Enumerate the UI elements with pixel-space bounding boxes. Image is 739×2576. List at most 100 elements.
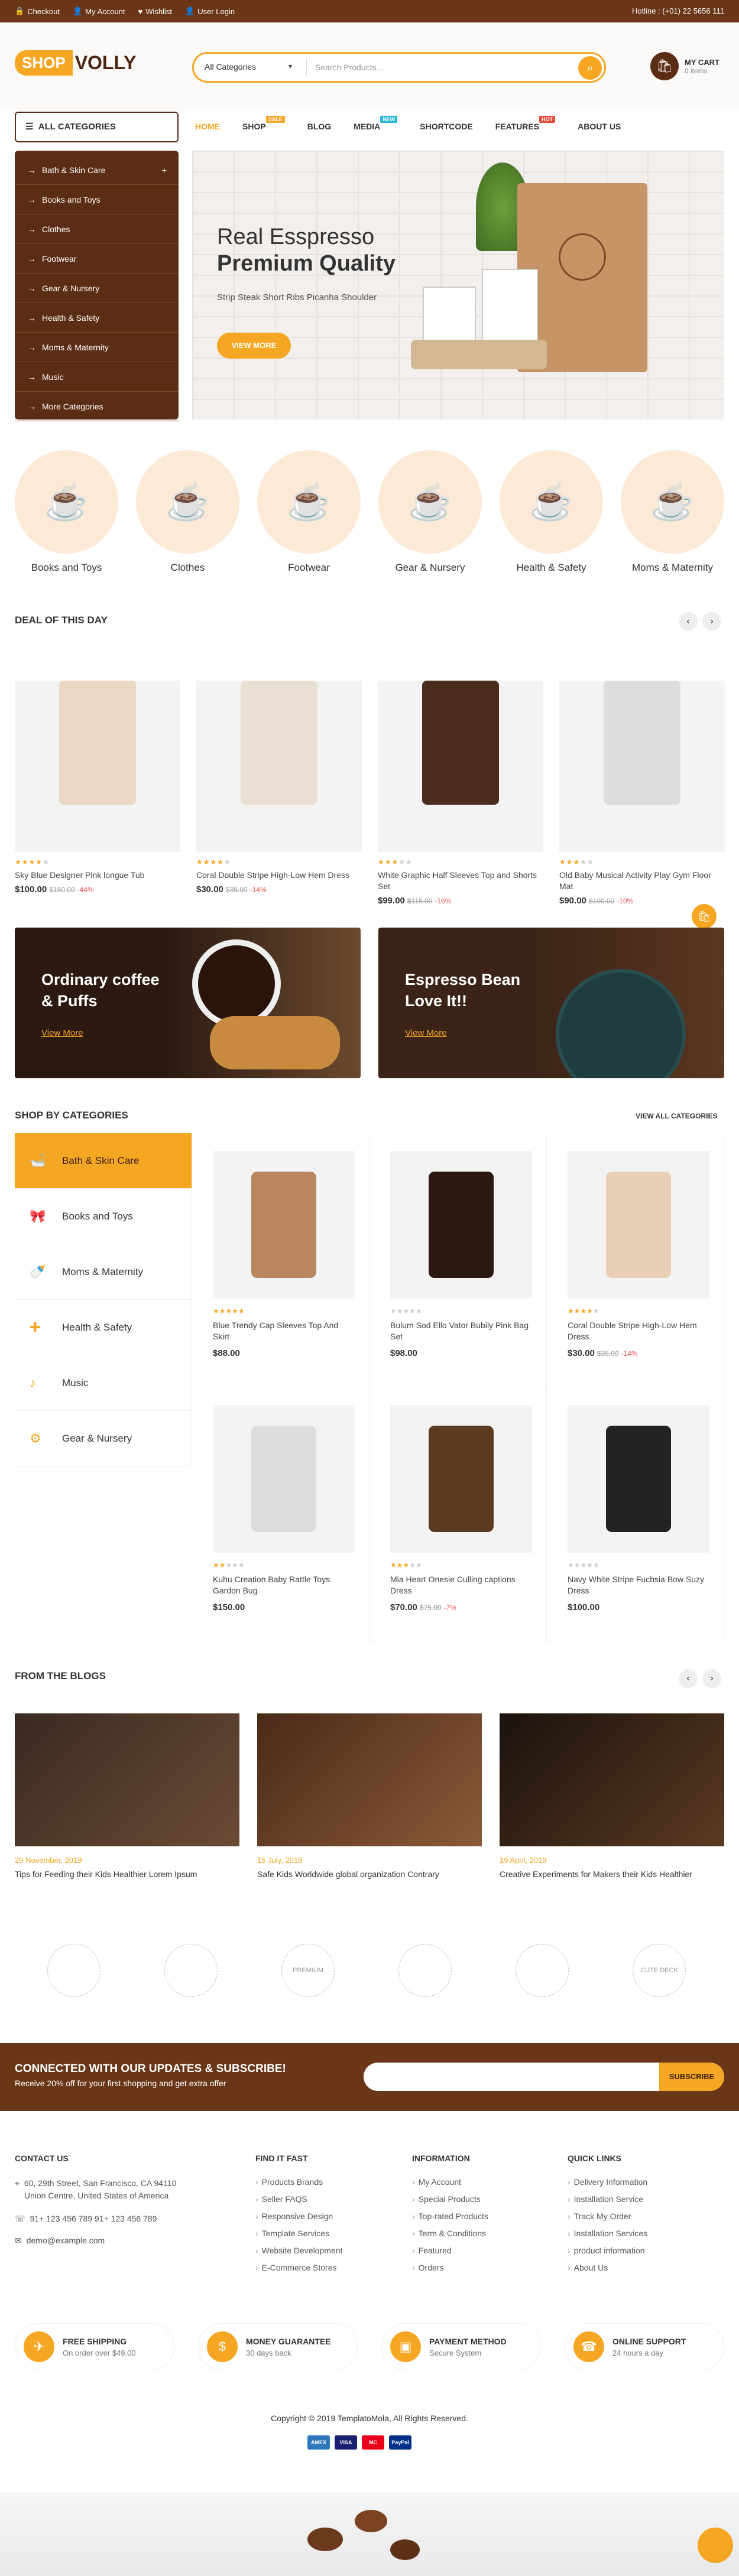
shop-category-item[interactable]: 🍼 Moms & Maternity: [15, 1244, 192, 1300]
category-item[interactable]: ☕ Gear & Nursery: [378, 450, 482, 574]
footer-link[interactable]: › My Account: [412, 2177, 488, 2187]
banner-link-2[interactable]: View More: [405, 1028, 447, 1038]
blog-card[interactable]: 29 November, 2019 Tips for Feeding their …: [15, 1713, 239, 1879]
scroll-top-button[interactable]: [698, 2528, 733, 2563]
shop-category-item[interactable]: ✚ Health & Safety: [15, 1300, 192, 1355]
footer-link[interactable]: › Installation Service: [568, 2194, 647, 2204]
menu-item-features[interactable]: FEATURESHOT: [495, 116, 556, 131]
product-card[interactable]: ★★★★★ Sky Blue Designer Pink longue Tub $1…: [15, 657, 180, 895]
subscribe-button[interactable]: SUBSCRIBE: [659, 2063, 724, 2091]
brand-logo[interactable]: CUTE DECK: [618, 1944, 701, 2015]
footer-link[interactable]: › Featured: [412, 2246, 488, 2255]
product-name[interactable]: Coral Double Stripe High-Low Hem Dress: [568, 1320, 709, 1342]
floating-cart-button[interactable]: 🛍: [692, 904, 717, 929]
product-card[interactable]: ★★★★★ Blue Trendy Cap Sleeves Top And Ski…: [192, 1133, 369, 1387]
account-link[interactable]: 👤 My Account: [73, 6, 125, 16]
blog-title[interactable]: Creative Experiments for Makers their Ki…: [500, 1869, 724, 1879]
menu-item-home[interactable]: HOME: [195, 122, 220, 131]
product-name[interactable]: Mia Heart Onesie Culling captions Dress: [390, 1574, 532, 1596]
category-item[interactable]: ☕ Clothes: [136, 450, 239, 574]
category-item[interactable]: ☕ Footwear: [257, 450, 361, 574]
product-card[interactable]: ★★★★★ Mia Heart Onesie Culling captions D…: [369, 1387, 547, 1641]
sidebar-item[interactable]: → Moms & Maternity: [15, 333, 179, 362]
checkout-link[interactable]: 🔒 Checkout: [15, 6, 60, 16]
product-name[interactable]: Kuhu Creation Baby Rattle Toys Gardon Bu…: [213, 1574, 355, 1596]
sidebar-item[interactable]: → Footwear: [15, 244, 179, 274]
search-button[interactable]: ⌕: [578, 56, 602, 80]
login-link[interactable]: 👤 User Login: [185, 6, 235, 16]
product-card[interactable]: ★★★★★ Old Baby Musical Activity Play Gym …: [559, 657, 725, 906]
category-item[interactable]: ☕ Moms & Maternity: [621, 450, 724, 574]
brand-logo[interactable]: [501, 1944, 584, 2015]
footer-link[interactable]: › Responsive Design: [255, 2211, 342, 2221]
menu-item-shop[interactable]: SHOPSALE: [242, 116, 285, 131]
footer-link[interactable]: › Template Services: [255, 2229, 342, 2238]
shop-category-item[interactable]: ♪ Music: [15, 1355, 192, 1411]
promo-banner-1[interactable]: Ordinary coffee & Puffs View More: [15, 928, 361, 1078]
category-item[interactable]: ☕ Health & Safety: [500, 450, 603, 574]
product-name[interactable]: Blue Trendy Cap Sleeves Top And Skirt: [213, 1320, 355, 1342]
brand-logo[interactable]: [150, 1944, 232, 2015]
footer-link[interactable]: › E-Commerce Stores: [255, 2263, 342, 2272]
cart[interactable]: 🛍 MY CART 0 items: [650, 52, 719, 80]
logo[interactable]: SHOP VOLLY: [15, 50, 136, 76]
product-card[interactable]: ★★★★★ Kuhu Creation Baby Rattle Toys Gard…: [192, 1387, 369, 1641]
shop-category-item[interactable]: 🛁 Bath & Skin Care: [15, 1133, 192, 1189]
sidebar-item[interactable]: → Books and Toys: [15, 185, 179, 214]
newsletter-email-input[interactable]: SUBSCRIBE: [364, 2063, 724, 2091]
sidebar-item[interactable]: → Clothes: [15, 214, 179, 244]
product-name[interactable]: Sky Blue Designer Pink longue Tub: [15, 870, 180, 881]
brand-logo[interactable]: PREMIUM: [267, 1944, 349, 2015]
sidebar-item[interactable]: → Music: [15, 362, 179, 392]
menu-item-shortcode[interactable]: SHORTCODE: [420, 122, 472, 131]
footer-link[interactable]: › Website Development: [255, 2246, 342, 2255]
next-arrow-icon[interactable]: ›: [702, 612, 721, 631]
shop-category-item[interactable]: ⚙ Gear & Nursery: [15, 1411, 192, 1466]
next-arrow-icon[interactable]: ›: [702, 1669, 721, 1688]
blog-card[interactable]: 19 April, 2019 Creative Experiments for M…: [500, 1713, 724, 1879]
menu-item-blog[interactable]: BLOG: [307, 122, 331, 131]
category-select[interactable]: All Categories: [205, 62, 256, 71]
product-name[interactable]: Coral Double Stripe High-Low Hem Dress: [196, 870, 362, 881]
view-all-categories-link[interactable]: VIEW ALL CATEGORIES: [636, 1112, 717, 1120]
product-name[interactable]: Bulum Sod Ello Vator Bubily Pink Bag Set: [390, 1320, 532, 1342]
product-card[interactable]: ★★★★★ Coral Double Stripe High-Low Hem Dr…: [196, 657, 362, 895]
product-card[interactable]: ★★★★★ Coral Double Stripe High-Low Hem Dr…: [547, 1133, 724, 1387]
sidebar-item[interactable]: → Bath & Skin Care +: [15, 155, 179, 185]
promo-banner-2[interactable]: Espresso Bean Love It!! View More: [378, 928, 724, 1078]
blog-title[interactable]: Safe Kids Worldwide global organization …: [257, 1869, 482, 1879]
search-input[interactable]: Search Products...: [315, 63, 383, 72]
product-card[interactable]: ★★★★★ Navy White Stripe Fuchsia Bow Suzy …: [547, 1387, 724, 1641]
prev-arrow-icon[interactable]: ‹: [679, 612, 698, 631]
footer-link[interactable]: › Orders: [412, 2263, 488, 2272]
contact-email[interactable]: demo@example.com: [27, 2236, 105, 2246]
footer-link[interactable]: › About Us: [568, 2263, 647, 2272]
prev-arrow-icon[interactable]: ‹: [679, 1669, 698, 1688]
product-name[interactable]: Old Baby Musical Activity Play Gym Floor…: [559, 870, 725, 892]
blog-card[interactable]: 15 July, 2019 Safe Kids Worldwide global …: [257, 1713, 482, 1879]
product-name[interactable]: White Graphic Half Sleeves Top and Short…: [378, 870, 543, 892]
sidebar-item[interactable]: → More Categories: [15, 392, 179, 421]
footer-link[interactable]: › Products Brands: [255, 2177, 342, 2187]
footer-link[interactable]: › Seller FAQS: [255, 2194, 342, 2204]
footer-link[interactable]: › Top-rated Products: [412, 2211, 488, 2221]
sidebar-item[interactable]: → Gear & Nursery: [15, 274, 179, 303]
shop-category-item[interactable]: 🎀 Books and Toys: [15, 1189, 192, 1244]
footer-link[interactable]: › Track My Order: [568, 2211, 647, 2221]
menu-item-media[interactable]: MEDIANEW: [354, 116, 398, 131]
footer-link[interactable]: › Installation Services: [568, 2229, 647, 2238]
hero-view-more-button[interactable]: VIEW MORE: [217, 333, 291, 359]
footer-link[interactable]: › Term & Conditions: [412, 2229, 488, 2238]
wishlist-link[interactable]: ♥ Wishlist: [138, 6, 173, 16]
banner-link-1[interactable]: View More: [41, 1028, 83, 1038]
blog-title[interactable]: Tips for Feeding their Kids Healthier Lo…: [15, 1869, 239, 1879]
footer-link[interactable]: › Delivery Information: [568, 2177, 647, 2187]
all-categories-button[interactable]: ☰ ALL CATEGORIES: [15, 112, 179, 142]
product-card[interactable]: ★★★★★ Bulum Sod Ello Vator Bubily Pink Ba…: [369, 1133, 547, 1387]
footer-link[interactable]: › product information: [568, 2246, 647, 2255]
brand-logo[interactable]: [384, 1944, 466, 2015]
product-name[interactable]: Navy White Stripe Fuchsia Bow Suzy Dress: [568, 1574, 709, 1596]
sidebar-item[interactable]: → Health & Safety: [15, 303, 179, 333]
menu-item-about-us[interactable]: ABOUT US: [578, 122, 621, 131]
category-item[interactable]: ☕ Books and Toys: [15, 450, 118, 574]
